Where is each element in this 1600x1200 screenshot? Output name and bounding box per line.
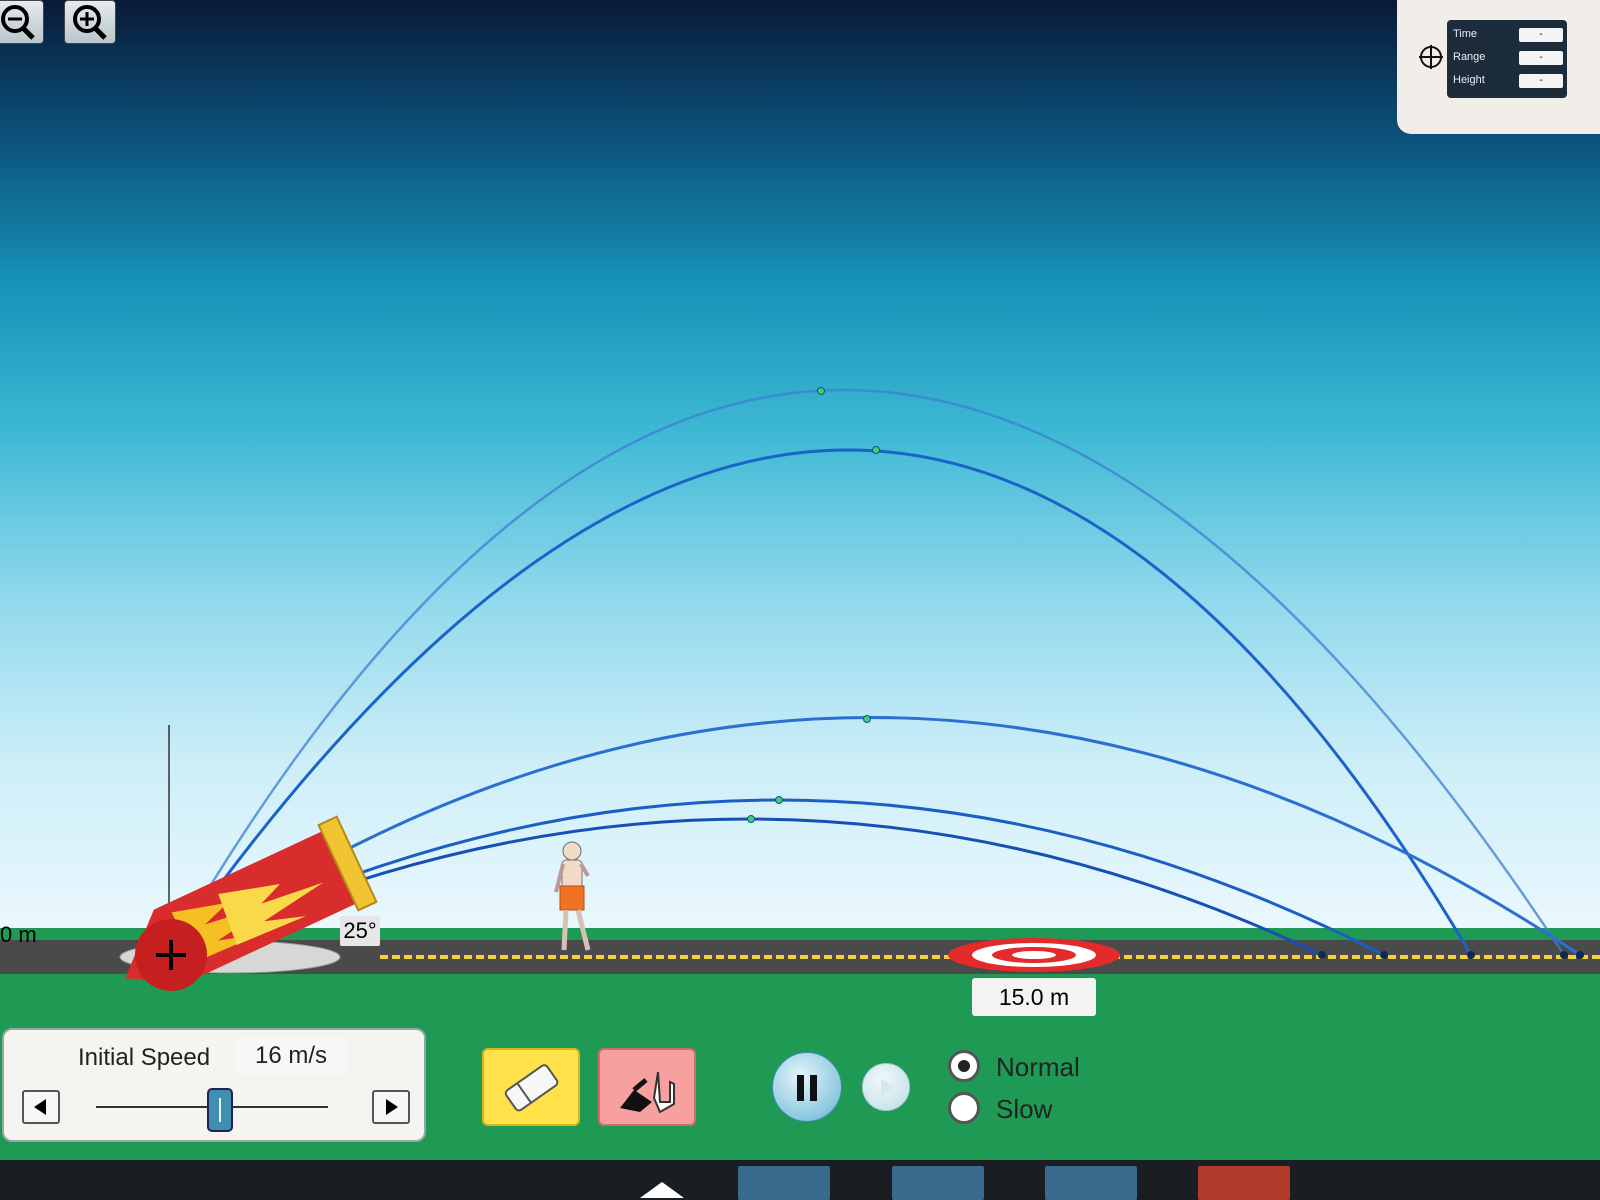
speed-decrease-button[interactable] xyxy=(22,1090,60,1124)
projectile-scene xyxy=(101,387,1584,1012)
cannon-angle-label: 25° xyxy=(340,916,380,946)
screen-tab-intro[interactable] xyxy=(738,1166,830,1200)
step-forward-icon xyxy=(881,1078,893,1096)
trajectory-path xyxy=(167,388,1566,956)
landing-markers xyxy=(1318,951,1584,959)
home-icon[interactable] xyxy=(640,1182,684,1198)
normal-radio[interactable] xyxy=(948,1050,980,1082)
trajectory-paths xyxy=(167,388,1581,957)
initial-speed-panel: Initial Speed 16 m/s xyxy=(2,1028,426,1142)
screen-tab-vectors[interactable] xyxy=(892,1166,984,1200)
slow-label[interactable]: Slow xyxy=(996,1094,1052,1125)
eraser-button[interactable] xyxy=(482,1048,580,1126)
fire-button[interactable] xyxy=(598,1048,696,1126)
cannon[interactable] xyxy=(101,815,378,1012)
speed-slider-thumb[interactable] xyxy=(207,1088,233,1132)
target-distance-label[interactable]: 15.0 m xyxy=(972,978,1096,1016)
step-forward-button[interactable] xyxy=(862,1063,910,1111)
initial-speed-value: 16 m/s xyxy=(236,1038,346,1074)
normal-label[interactable]: Normal xyxy=(996,1052,1080,1083)
speed-increase-button[interactable] xyxy=(372,1090,410,1124)
slow-radio[interactable] xyxy=(948,1092,980,1124)
left-arrow-icon xyxy=(34,1099,46,1115)
screen-tab-lab[interactable] xyxy=(1198,1166,1290,1200)
target[interactable] xyxy=(948,938,1120,972)
person-figure xyxy=(554,841,591,951)
right-arrow-icon xyxy=(386,1099,398,1115)
eraser-icon xyxy=(504,1064,559,1112)
fire-cannon-icon xyxy=(620,1071,675,1114)
pause-button[interactable] xyxy=(772,1052,842,1122)
trajectory-path xyxy=(168,716,1581,957)
pause-icon xyxy=(797,1075,804,1101)
screen-tab-drag[interactable] xyxy=(1045,1166,1137,1200)
distance-scale-label: 0 m xyxy=(0,922,37,947)
pause-icon xyxy=(810,1075,817,1101)
radio-selected-dot xyxy=(958,1060,970,1072)
initial-speed-label: Initial Speed xyxy=(78,1044,211,1071)
